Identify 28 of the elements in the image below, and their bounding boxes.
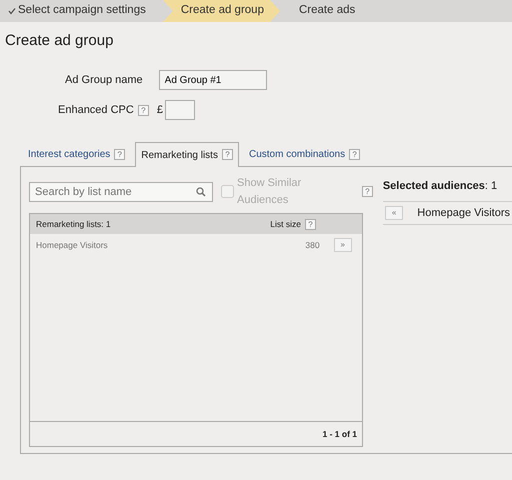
selected-audiences-label: Selected audiences: 1 <box>382 180 498 192</box>
check-icon <box>8 7 16 15</box>
search-field[interactable]: Search by list name <box>29 182 213 202</box>
field-label: Ad Group name <box>65 72 143 88</box>
help-icon[interactable]: ? <box>349 148 360 160</box>
tab[interactable]: Remarketing lists ? <box>135 142 239 167</box>
help-icon[interactable]: ? <box>222 149 233 160</box>
add-button[interactable]: » <box>334 238 352 252</box>
pagination-text: 1 - 1 of 1 <box>322 428 357 440</box>
step-tab[interactable]: Create ad group <box>162 0 280 22</box>
tab[interactable]: Custom combinations ? <box>242 142 366 166</box>
remove-button[interactable]: « <box>384 206 404 220</box>
tab[interactable]: Interest categories ? <box>22 142 132 166</box>
page-title: Create ad group <box>5 32 114 50</box>
ad-group-name-field[interactable]: Ad Group #1 <box>158 70 267 90</box>
help-icon[interactable]: ? <box>114 148 126 160</box>
cpc-field[interactable] <box>164 100 195 120</box>
list-name: Homepage Visitors <box>36 238 108 252</box>
currency-symbol: £ <box>156 102 163 118</box>
column-heading: List size <box>270 218 301 230</box>
checkbox-label: Show Similar Audiences <box>237 176 302 208</box>
search-icon <box>196 186 206 196</box>
list-size: 380 <box>305 238 320 252</box>
column-heading: Remarketing lists: 1 <box>36 218 111 230</box>
help-icon[interactable]: ? <box>138 104 149 116</box>
field-label: Enhanced CPC <box>58 102 134 118</box>
help-icon[interactable]: ? <box>305 218 316 230</box>
audience-name: Homepage Visitors <box>417 206 510 220</box>
